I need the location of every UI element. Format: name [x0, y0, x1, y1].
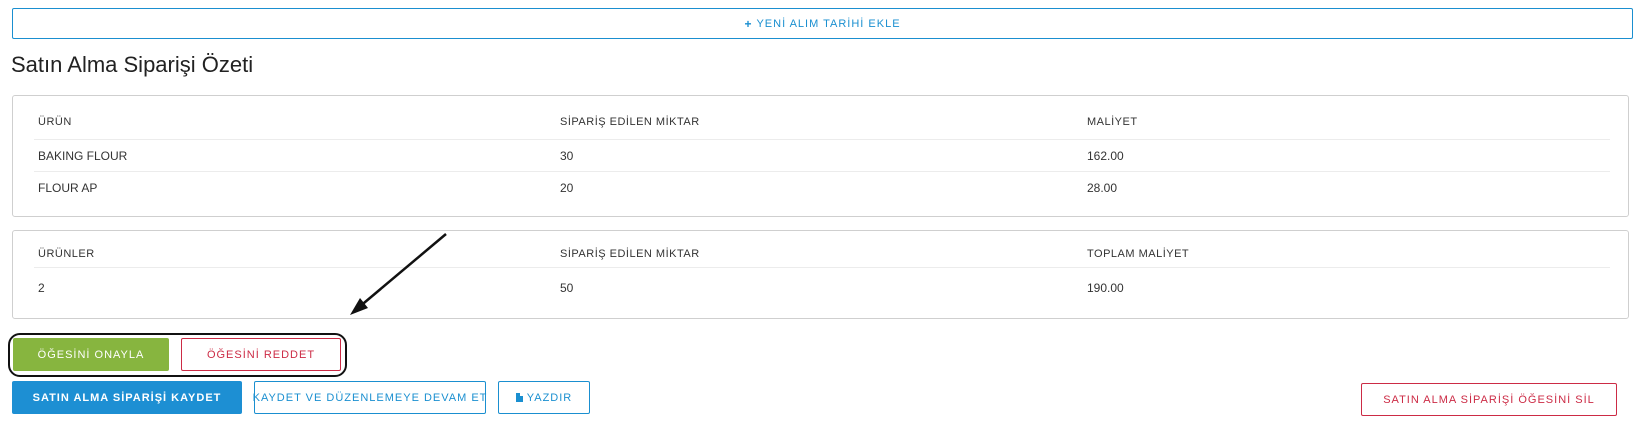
approve-item-button[interactable]: ÖĞESİNİ ONAYLA: [13, 338, 169, 371]
reject-item-button[interactable]: ÖĞESİNİ REDDET: [181, 338, 341, 371]
cost: 28.00: [1087, 180, 1118, 195]
add-purchase-date-label: YENİ ALIM TARİHİ EKLE: [756, 17, 901, 30]
arrow-annotation: [350, 233, 447, 315]
column-header-ordered-quantity: SİPARİŞ EDİLEN MİKTAR: [560, 248, 700, 260]
document-icon: [515, 393, 523, 402]
save-and-continue-editing-button[interactable]: KAYDET VE DÜZENLEMEYE DEVAM ET: [253, 381, 486, 414]
total-cost: 190.00: [1087, 281, 1124, 295]
table-header-row: ÜRÜNLER SİPARİŞ EDİLEN MİKTAR TOPLAM MAL…: [34, 241, 1610, 268]
order-items-table: ÜRÜN SİPARİŞ EDİLEN MİKTAR MALİYET BAKIN…: [34, 105, 1610, 203]
column-header-products: ÜRÜNLER: [38, 248, 95, 260]
table-row: 2 50 190.00: [34, 268, 1610, 308]
column-header-total-cost: TOPLAM MALİYET: [1087, 248, 1190, 260]
table-row: FLOUR AP 20 28.00: [34, 172, 1610, 203]
print-label: YAZDIR: [526, 391, 573, 404]
column-header-ordered-quantity: SİPARİŞ EDİLEN MİKTAR: [560, 116, 700, 128]
save-purchase-order-button[interactable]: SATIN ALMA SİPARİŞİ KAYDET: [12, 381, 242, 414]
order-totals-panel: ÜRÜNLER SİPARİŞ EDİLEN MİKTAR TOPLAM MAL…: [12, 230, 1629, 319]
page-title: Satın Alma Siparişi Özeti: [11, 52, 254, 77]
order-totals-table: ÜRÜNLER SİPARİŞ EDİLEN MİKTAR TOPLAM MAL…: [34, 241, 1610, 308]
column-header-product: ÜRÜN: [38, 116, 72, 128]
ordered-quantity: 30: [560, 148, 574, 163]
add-purchase-date-button[interactable]: + YENİ ALIM TARİHİ EKLE: [12, 8, 1633, 39]
product-count: 2: [38, 281, 45, 295]
column-header-cost: MALİYET: [1087, 116, 1138, 128]
total-quantity: 50: [560, 281, 574, 295]
print-button[interactable]: YAZDIR: [498, 381, 590, 414]
product-name: BAKING FLOUR: [38, 148, 128, 163]
ordered-quantity: 20: [560, 180, 574, 195]
table-header-row: ÜRÜN SİPARİŞ EDİLEN MİKTAR MALİYET: [34, 105, 1610, 140]
plus-icon: +: [744, 16, 753, 31]
order-items-panel: ÜRÜN SİPARİŞ EDİLEN MİKTAR MALİYET BAKIN…: [12, 95, 1629, 217]
table-row: BAKING FLOUR 30 162.00: [34, 140, 1610, 172]
delete-purchase-order-item-button[interactable]: SATIN ALMA SİPARİŞİ ÖĞESİNİ SİL: [1361, 383, 1617, 416]
cost: 162.00: [1087, 148, 1124, 163]
product-name: FLOUR AP: [38, 180, 98, 195]
